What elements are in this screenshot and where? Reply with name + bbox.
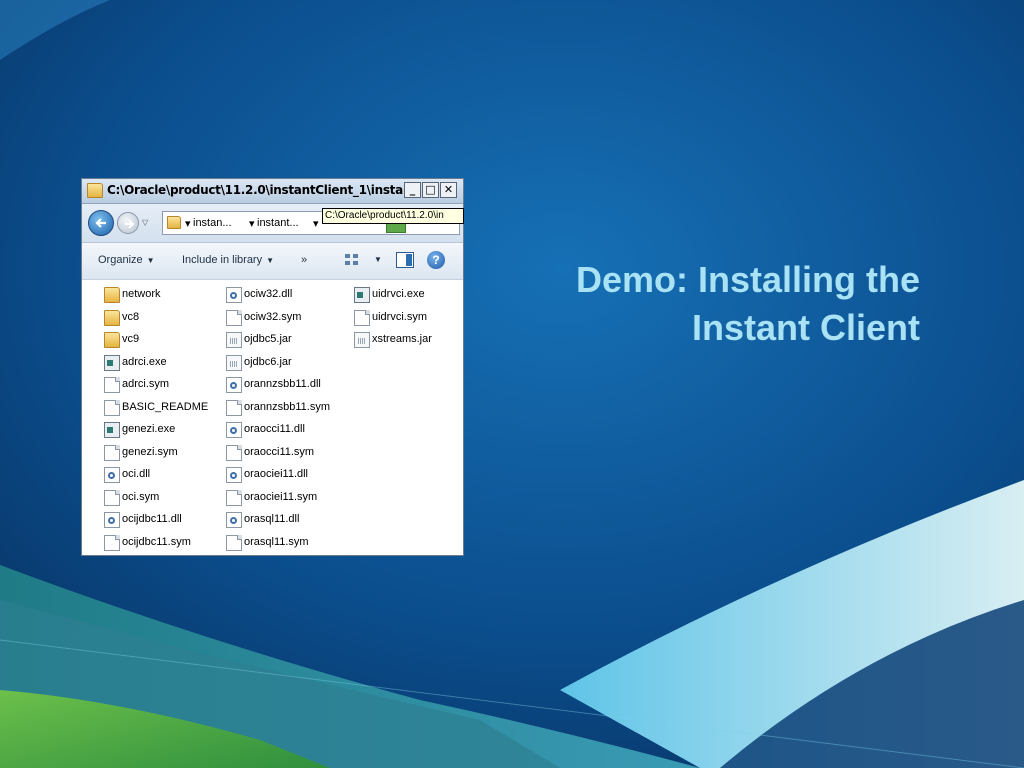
file-icon	[226, 309, 242, 326]
file-item-label: ociw32.dll	[244, 288, 293, 300]
dll-icon	[226, 422, 242, 438]
folder-icon	[87, 183, 103, 198]
dll-icon	[226, 287, 242, 303]
arrow-right-icon	[125, 219, 135, 229]
slide-title: Demo: Installing the Instant Client	[500, 256, 920, 352]
include-in-library-menu[interactable]: Include in library ▼	[182, 254, 274, 266]
file-item-label: uidrvci.exe	[372, 288, 425, 300]
jar-icon	[226, 354, 242, 371]
file-item-label: genezi.sym	[122, 445, 178, 458]
file-item-label: ojdbc6.jar	[244, 355, 292, 368]
file-item-label: oraociei11.dll	[244, 468, 309, 480]
breadcrumb-arrow-icon[interactable]: ▾	[249, 217, 255, 230]
dll-icon	[104, 467, 120, 483]
maximize-button[interactable]: □	[422, 182, 439, 198]
file-item-label: ociw32.sym	[244, 310, 302, 323]
change-view-icon[interactable]	[344, 252, 360, 268]
organize-label: Organize	[98, 254, 143, 266]
file-icon	[354, 309, 370, 326]
file-icon	[104, 377, 120, 393]
close-button[interactable]: ✕	[440, 182, 457, 198]
file-item-label: ojdbc5.jar	[244, 333, 292, 345]
file-icon	[104, 399, 120, 416]
file-icon	[104, 444, 120, 461]
dll-icon	[226, 467, 242, 483]
breadcrumb-arrow-icon[interactable]: ▾	[185, 217, 191, 230]
folder-icon	[104, 332, 120, 348]
file-icon	[226, 444, 242, 461]
file-item-label: oraocci11.sym	[244, 445, 315, 458]
minimize-button[interactable]: _	[404, 182, 421, 198]
file-icon	[226, 534, 242, 551]
window-title: C:\Oracle\product\11.2.0\instantClient_1…	[107, 183, 407, 197]
file-item-label: oraocci11.dll	[244, 423, 305, 435]
exe-icon	[354, 287, 370, 303]
exe-icon	[104, 422, 120, 438]
dll-icon	[226, 377, 242, 393]
address-tooltip: C:\Oracle\product\11.2.0\in	[322, 208, 464, 224]
file-item-label: ocijdbc11.dll	[122, 513, 182, 525]
breadcrumb-instan[interactable]: instan...	[193, 217, 232, 229]
preview-pane-icon[interactable]	[396, 252, 414, 268]
chevron-down-icon: ▼	[146, 256, 155, 265]
chevron-down-icon: ▼	[266, 256, 275, 265]
folder-icon	[104, 287, 120, 303]
file-icon	[226, 489, 242, 506]
file-item-label: genezi.exe	[122, 423, 176, 435]
recent-pages-dropdown[interactable]: ▽	[142, 218, 148, 227]
file-item-label: vc9	[122, 333, 140, 345]
file-item-label: uidrvci.sym	[372, 310, 428, 323]
help-icon[interactable]: ?	[427, 251, 445, 269]
file-item-label: orasql11.dll	[244, 513, 300, 525]
arrow-left-icon	[95, 218, 106, 228]
exe-icon	[104, 354, 120, 371]
dll-icon	[226, 512, 242, 528]
address-toolbar: ▽ ▾ instan... ▾ instant... ▾ C:\Oracle\p…	[82, 204, 464, 243]
folder-icon	[104, 309, 120, 326]
explorer-window: C:\Oracle\product\11.2.0\instantClient_1…	[81, 178, 464, 556]
folder-icon	[167, 216, 181, 229]
file-item-label: orannzsbb11.sym	[244, 400, 331, 413]
include-in-library-label: Include in library	[182, 254, 263, 266]
file-item-label: ocijdbc11.sym	[122, 535, 191, 548]
file-item-label: xstreams.jar	[372, 333, 432, 345]
organize-menu[interactable]: Organize ▼	[98, 254, 155, 266]
jar-icon	[354, 332, 370, 348]
window-titlebar[interactable]: C:\Oracle\product\11.2.0\instantClient_1…	[82, 179, 463, 204]
dll-icon	[104, 512, 120, 528]
file-item-label: oci.dll	[122, 468, 151, 480]
file-item-label: oci.sym	[122, 490, 160, 503]
file-item-label: network	[122, 288, 161, 300]
breadcrumb-arrow-icon[interactable]: ▾	[313, 217, 319, 230]
file-item-label: orasql11.sym	[244, 535, 309, 548]
file-item-label: vc8	[122, 310, 140, 323]
command-bar: Organize ▼ Include in library ▼ » ▼ ?	[82, 243, 463, 280]
more-commands-button[interactable]: »	[301, 254, 307, 266]
slide-title-line-1: Demo: Installing the	[575, 259, 920, 300]
breadcrumb-instant[interactable]: instant...	[257, 217, 299, 229]
file-item-label: oraociei11.sym	[244, 490, 318, 503]
file-icon	[226, 399, 242, 416]
file-item-label: orannzsbb11.dll	[244, 378, 321, 390]
back-button[interactable]	[88, 210, 114, 236]
file-icon	[104, 534, 120, 551]
slide-title-line-2: Instant Client	[691, 307, 920, 348]
chevron-down-icon[interactable]: ▼	[374, 255, 382, 264]
file-item-label: BASIC_README	[122, 400, 209, 413]
refresh-button[interactable]	[386, 223, 406, 233]
file-list: network vc8 vc9 adrci.exe adrci.sym BASIC_REA…	[82, 280, 463, 555]
file-item-label: adrci.sym	[122, 378, 170, 390]
file-item-label: adrci.exe	[122, 355, 167, 368]
jar-icon	[226, 332, 242, 348]
file-icon	[104, 489, 120, 506]
forward-button[interactable]	[117, 212, 139, 234]
